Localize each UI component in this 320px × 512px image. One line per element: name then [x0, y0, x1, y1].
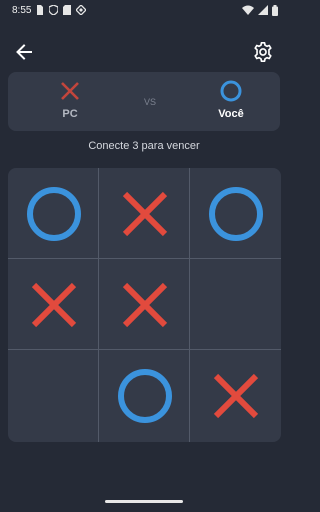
status-time: 8:55: [12, 4, 32, 16]
board-cell-7[interactable]: [8, 350, 99, 441]
gear-icon: [254, 42, 272, 62]
board-cell-5[interactable]: [99, 259, 190, 350]
o-mark-icon: [220, 80, 242, 102]
x-mark-icon: [213, 373, 258, 418]
win-condition-hint: Conecte 3 para vencer: [88, 140, 200, 152]
x-mark-icon: [122, 282, 167, 327]
board-cell-3[interactable]: [190, 168, 281, 259]
status-left: 8:55: [12, 4, 87, 16]
board-cell-2[interactable]: [99, 168, 190, 259]
board-cell-4[interactable]: [8, 259, 99, 350]
wifi-icon: [242, 5, 254, 15]
arrow-left-icon: [16, 44, 32, 60]
signal-icon: [258, 5, 268, 15]
navigation-handle[interactable]: [105, 500, 183, 503]
score-panel: PC VS Você: [8, 72, 280, 131]
player-you: Você: [201, 80, 261, 120]
player-pc: PC: [40, 80, 100, 120]
sd-card-icon: [63, 5, 72, 15]
board-cell-6[interactable]: [190, 259, 281, 350]
status-bar: 8:55: [0, 0, 288, 20]
o-mark-icon: [208, 186, 263, 241]
x-mark-icon: [31, 282, 76, 327]
board-cell-8[interactable]: [99, 350, 190, 441]
battery-icon: [272, 4, 278, 16]
vs-label: VS: [143, 97, 156, 107]
o-mark-icon: [117, 368, 172, 423]
board-cell-1[interactable]: [8, 168, 99, 259]
game-board: [8, 168, 281, 442]
diamond-icon: [76, 5, 87, 15]
sim-card-icon: [36, 5, 44, 15]
o-mark-icon: [26, 186, 81, 241]
x-mark-icon: [61, 82, 79, 100]
settings-button[interactable]: [249, 38, 277, 66]
player-pc-label: PC: [62, 108, 78, 120]
status-right: [242, 4, 278, 16]
privacy-shield-icon: [49, 5, 59, 15]
x-mark-icon: [122, 191, 167, 236]
board-cell-9[interactable]: [190, 350, 281, 441]
player-you-label: Você: [218, 108, 244, 120]
back-button[interactable]: [10, 38, 38, 66]
